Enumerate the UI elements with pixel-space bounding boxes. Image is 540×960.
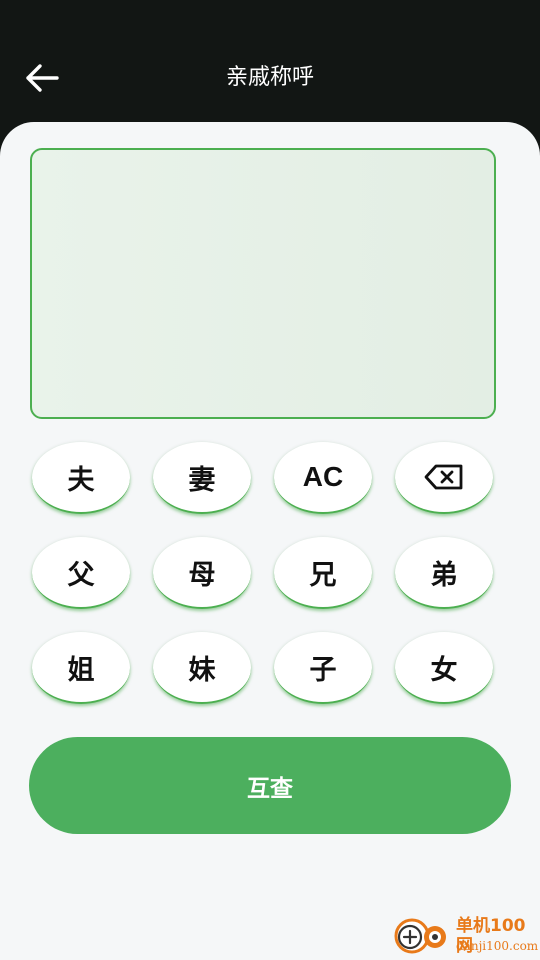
- key-wife[interactable]: 妻: [153, 442, 251, 514]
- relation-display: [30, 148, 496, 419]
- key-father[interactable]: 父: [32, 537, 130, 609]
- key-husband[interactable]: 夫: [32, 442, 130, 514]
- key-elder-brother[interactable]: 兄: [274, 537, 372, 609]
- key-younger-sister[interactable]: 妹: [153, 632, 251, 704]
- key-son[interactable]: 子: [274, 632, 372, 704]
- backspace-button[interactable]: [395, 442, 493, 514]
- watermark-url: danji100.com: [456, 939, 539, 953]
- key-elder-sister[interactable]: 姐: [32, 632, 130, 704]
- key-daughter[interactable]: 女: [395, 632, 493, 704]
- backspace-icon: [424, 464, 463, 490]
- key-mother[interactable]: 母: [153, 537, 251, 609]
- watermark: 单机100网 danji100.com: [390, 912, 540, 960]
- key-younger-brother[interactable]: 弟: [395, 537, 493, 609]
- clear-button[interactable]: AC: [274, 442, 372, 514]
- danji-logo-icon: [394, 918, 446, 954]
- mutual-search-button[interactable]: 互查: [29, 737, 511, 834]
- page-title: 亲戚称呼: [225, 65, 314, 90]
